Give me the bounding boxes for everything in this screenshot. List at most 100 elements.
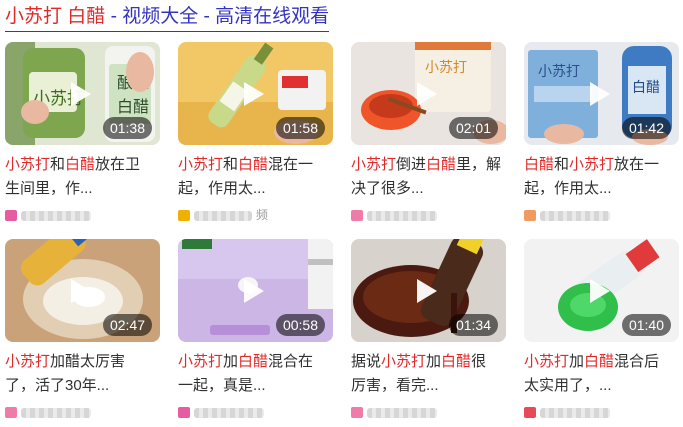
- duration-badge: 01:40: [621, 314, 671, 336]
- source-row: 频: [178, 207, 333, 223]
- source-icon: [524, 407, 536, 418]
- title-segment: 白醋: [238, 156, 269, 173]
- title-segment: 小苏打: [381, 353, 427, 370]
- title-segment: 一起，真是...: [178, 377, 266, 394]
- title-segment: 很: [471, 353, 487, 370]
- play-icon: [244, 279, 264, 303]
- title-segment: 白醋: [584, 353, 615, 370]
- video-title[interactable]: 据说小苏打加白醋很 厉害，看完...: [351, 350, 506, 398]
- duration-badge: 01:38: [102, 117, 152, 139]
- video-thumbnail[interactable]: 小苏打 白醋 01:42: [524, 42, 679, 145]
- title-segment: 混在一: [268, 156, 314, 173]
- video-card[interactable]: 01:34 据说小苏打加白醋很 厉害，看完...: [351, 239, 506, 420]
- video-thumbnail[interactable]: 01:58: [178, 42, 333, 145]
- source-name-blurred: [21, 408, 91, 418]
- title-segment: 混合后: [614, 353, 660, 370]
- title-part: - 视频大全 - 高清在线观看: [105, 6, 330, 27]
- play-icon: [417, 279, 437, 303]
- video-thumbnail[interactable]: 01:34: [351, 239, 506, 342]
- source-row: [5, 207, 160, 223]
- svg-text:白醋: 白醋: [632, 80, 660, 96]
- title-segment: 据说: [351, 353, 382, 370]
- video-card[interactable]: 00:58 小苏打加白醋混合在 一起，真是...: [178, 239, 333, 420]
- play-icon: [71, 82, 91, 106]
- video-card[interactable]: 小苏打 02:01 小苏打倒进白醋里，解 决了很多...: [351, 42, 506, 223]
- title-segment: 白醋: [524, 156, 555, 173]
- video-title[interactable]: 小苏打加白醋混合在 一起，真是...: [178, 350, 333, 398]
- source-name-blurred: [194, 211, 252, 221]
- video-card[interactable]: 02:47 小苏打加醋太厉害 了，活了30年...: [5, 239, 160, 420]
- svg-text:小苏打: 小苏打: [538, 63, 580, 80]
- source-name: 频: [256, 208, 269, 222]
- play-icon: [590, 82, 610, 106]
- svg-text:白醋: 白醋: [117, 97, 149, 116]
- video-title[interactable]: 小苏打加白醋混合后 太实用了，...: [524, 350, 679, 398]
- title-segment: 加醋太厉害: [50, 353, 126, 370]
- video-card[interactable]: 小苏打 酿造 白醋 01:38 小苏打和白醋放在卫 生间里，作...: [5, 42, 160, 223]
- title-segment: 白醋: [238, 353, 269, 370]
- source-name-blurred: [194, 408, 264, 418]
- video-title[interactable]: 小苏打和白醋混在一 起，作用太...: [178, 153, 333, 201]
- title-part: 小苏打: [5, 6, 63, 27]
- title-segment: 厉害，看完...: [351, 377, 439, 394]
- title-segment: 太实用了，...: [524, 377, 612, 394]
- title-segment: 放在卫: [95, 156, 141, 173]
- duration-badge: 01:34: [448, 314, 498, 336]
- title-segment: 生间里，作...: [5, 180, 93, 197]
- title-segment: 小苏打: [178, 156, 224, 173]
- title-segment: 白醋: [426, 156, 457, 173]
- title-segment: 起，作用太...: [178, 180, 266, 197]
- video-thumbnail[interactable]: 02:47: [5, 239, 160, 342]
- video-title[interactable]: 小苏打倒进白醋里，解 决了很多...: [351, 153, 506, 201]
- title-segment: 决了很多...: [351, 180, 424, 197]
- source-row: [178, 404, 333, 420]
- play-icon: [417, 82, 437, 106]
- video-title[interactable]: 白醋和小苏打放在一 起，作用太...: [524, 153, 679, 201]
- video-title[interactable]: 小苏打加醋太厉害 了，活了30年...: [5, 350, 160, 398]
- video-card[interactable]: 小苏打 白醋 01:42 白醋和小苏打放在一 起，作用太...: [524, 42, 679, 223]
- video-card[interactable]: 01:40 小苏打加白醋混合后 太实用了，...: [524, 239, 679, 420]
- video-thumbnail[interactable]: 00:58: [178, 239, 333, 342]
- source-row: [5, 404, 160, 420]
- play-icon: [71, 279, 91, 303]
- duration-badge: 00:58: [275, 314, 325, 336]
- title-segment: 混合在: [268, 353, 314, 370]
- source-row: [351, 207, 506, 223]
- title-segment: 小苏打: [524, 353, 570, 370]
- title-segment: 小苏打: [351, 156, 397, 173]
- video-card[interactable]: 01:58 小苏打和白醋混在一 起，作用太... 频: [178, 42, 333, 223]
- source-icon: [5, 210, 17, 221]
- title-segment: 加: [426, 353, 442, 370]
- video-thumbnail[interactable]: 小苏打 02:01: [351, 42, 506, 145]
- source-icon: [351, 407, 363, 418]
- title-segment: 加: [223, 353, 239, 370]
- title-segment: 白醋: [65, 156, 96, 173]
- duration-badge: 01:58: [275, 117, 325, 139]
- title-segment: 和: [50, 156, 66, 173]
- video-thumbnail[interactable]: 小苏打 酿造 白醋 01:38: [5, 42, 160, 145]
- duration-badge: 02:01: [448, 117, 498, 139]
- source-row: [351, 404, 506, 420]
- video-grid: 小苏打 酿造 白醋 01:38 小苏打和白醋放在卫 生间里，作...: [5, 42, 679, 427]
- source-row: [524, 404, 679, 420]
- title-part: 白醋: [67, 6, 106, 27]
- title-segment: 里，解: [456, 156, 502, 173]
- play-icon: [590, 279, 610, 303]
- source-icon: [351, 210, 363, 221]
- title-segment: 了，活了30年...: [5, 377, 110, 394]
- duration-badge: 02:47: [102, 314, 152, 336]
- video-thumbnail[interactable]: 01:40: [524, 239, 679, 342]
- source-name-blurred: [540, 211, 610, 221]
- source-name-blurred: [367, 211, 437, 221]
- video-title[interactable]: 小苏打和白醋放在卫 生间里，作...: [5, 153, 160, 201]
- title-segment: 放在一: [614, 156, 660, 173]
- title-segment: 加: [569, 353, 585, 370]
- title-segment: 白醋: [441, 353, 472, 370]
- title-segment: 倒进: [396, 156, 427, 173]
- title-segment: 起，作用太...: [524, 180, 612, 197]
- title-segment: 小苏打: [178, 353, 224, 370]
- title-segment: 和: [554, 156, 570, 173]
- svg-text:小苏打: 小苏打: [425, 59, 467, 76]
- search-result-title-link[interactable]: 小苏打 白醋 - 视频大全 - 高清在线观看: [5, 2, 330, 32]
- source-name-blurred: [540, 408, 610, 418]
